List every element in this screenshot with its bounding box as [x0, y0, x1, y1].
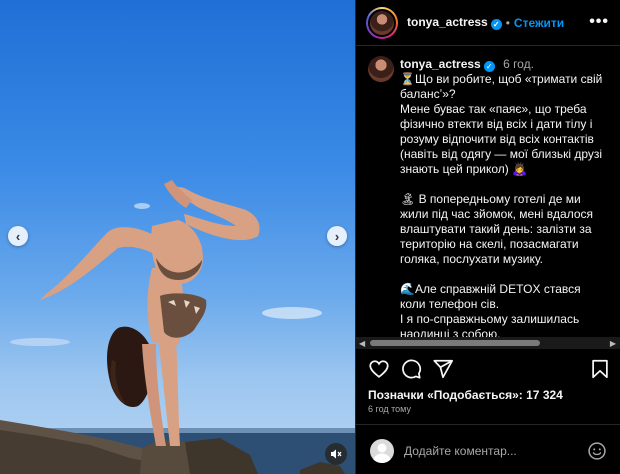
comment-icon[interactable]: [400, 358, 422, 380]
next-photo-button[interactable]: ›: [327, 226, 347, 246]
author-avatar[interactable]: [366, 6, 398, 39]
caption-header: tonya_actress ✓ 6 год.: [400, 57, 534, 72]
verified-badge-icon: ✓: [490, 19, 502, 30]
muted-speaker-icon: [331, 449, 342, 459]
share-icon[interactable]: [432, 358, 454, 380]
author-username[interactable]: tonya_actress ✓: [407, 15, 502, 30]
horizontal-scrollbar[interactable]: ◀ ▶: [356, 337, 620, 349]
post-date[interactable]: 6 год тому: [368, 404, 411, 414]
scroll-right-arrow-icon[interactable]: ▶: [610, 339, 616, 348]
likes-count[interactable]: Позначки «Подобається»: 17 324: [368, 388, 563, 402]
post-header: tonya_actress ✓ • Стежити •••: [356, 0, 620, 46]
author-username-text[interactable]: tonya_actress: [407, 15, 488, 29]
comment-bar: [356, 424, 620, 474]
post-actions: [356, 356, 620, 384]
verified-badge-icon: ✓: [483, 61, 495, 72]
separator-dot: •: [505, 15, 510, 30]
caption-time[interactable]: 6 год.: [503, 57, 534, 71]
chevron-right-icon: ›: [334, 228, 340, 244]
more-options-button[interactable]: •••: [589, 13, 609, 31]
post-photo: [0, 180, 355, 474]
comment-input[interactable]: [404, 441, 584, 461]
caption-username[interactable]: tonya_actress: [400, 57, 481, 71]
follow-button[interactable]: Стежити: [514, 16, 564, 30]
caption-text: ⏳Що ви робите, щоб «тримати свій балансʼ…: [400, 72, 603, 337]
scrollbar-thumb[interactable]: [370, 340, 540, 346]
post-modal: ‹ › tonya_actress ✓ • Стежити ••• tonya_a…: [0, 0, 620, 474]
current-user-avatar: [370, 439, 394, 463]
mute-button[interactable]: [325, 443, 347, 465]
heart-icon[interactable]: [368, 358, 390, 380]
previous-photo-button[interactable]: ‹: [8, 226, 28, 246]
post-side-panel: tonya_actress ✓ • Стежити ••• tonya_actre…: [355, 0, 620, 474]
scroll-left-arrow-icon[interactable]: ◀: [359, 339, 365, 348]
default-avatar-icon: [373, 443, 391, 463]
post-media[interactable]: ‹ ›: [0, 0, 355, 474]
caption-area[interactable]: tonya_actress ✓ 6 год. ⏳Що ви робите, щоб…: [356, 47, 620, 337]
emoji-icon[interactable]: [587, 441, 607, 461]
bookmark-icon[interactable]: [589, 358, 611, 380]
chevron-left-icon: ‹: [15, 228, 21, 244]
caption-avatar[interactable]: [368, 56, 394, 82]
